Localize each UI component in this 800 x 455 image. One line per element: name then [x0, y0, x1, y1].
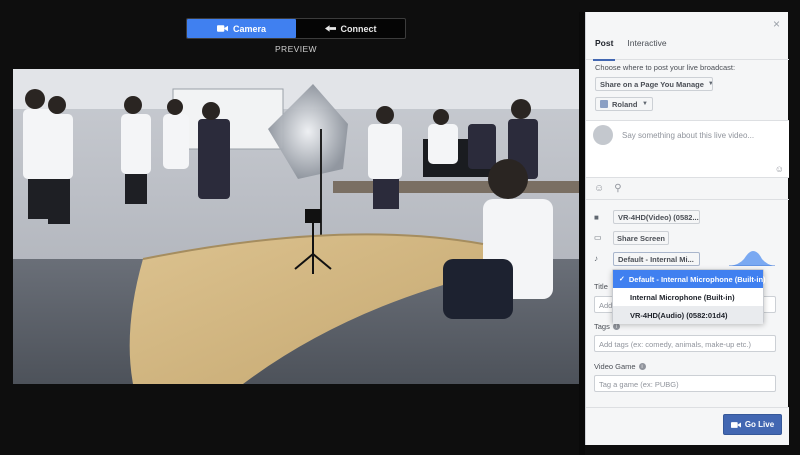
- chevron-down-icon: ▼: [642, 101, 648, 107]
- info-icon[interactable]: i: [612, 323, 620, 330]
- post-destination-dropdown[interactable]: Share on a Page You Manage ▼: [595, 77, 713, 91]
- live-producer-window: Camera Connect PREVIEW × Post Interactiv…: [0, 0, 800, 455]
- share-screen-button[interactable]: Share Screen: [613, 231, 669, 245]
- go-live-label: Go Live: [744, 420, 775, 429]
- chevron-down-icon: ▼: [708, 81, 712, 87]
- video-game-input[interactable]: Tag a game (ex: PUBG): [594, 375, 776, 392]
- close-icon[interactable]: ×: [773, 17, 780, 31]
- tags-label: Tags: [594, 322, 610, 331]
- video-source-dropdown[interactable]: VR-4HD(Video) (0582... ▼: [613, 210, 700, 224]
- info-icon[interactable]: i: [638, 363, 646, 370]
- audio-source-dropdown[interactable]: Default - Internal Mi... ▼: [613, 252, 700, 266]
- tab-post[interactable]: Post: [592, 34, 616, 61]
- video-camera-icon: ■: [594, 213, 599, 222]
- audio-level-meter: [729, 251, 775, 266]
- audio-option-internal[interactable]: Internal Microphone (Built-in): [613, 288, 763, 306]
- go-live-button[interactable]: Go Live: [723, 414, 782, 435]
- connect-mode-label: Connect: [340, 23, 377, 34]
- composer-placeholder: Say something about this live video...: [622, 131, 755, 140]
- location-pin-icon[interactable]: ⚲: [614, 183, 621, 194]
- source-mode-toggle: Camera Connect: [186, 18, 406, 39]
- camera-icon: [216, 25, 228, 32]
- video-game-label: Video Game: [594, 362, 636, 371]
- page-avatar: [600, 100, 608, 108]
- chevron-down-icon: ▼: [698, 256, 699, 262]
- audio-source-menu: ✓ Default - Internal Microphone (Built-i…: [612, 269, 766, 324]
- camera-mode-label: Camera: [232, 23, 267, 34]
- audio-option-default[interactable]: ✓ Default - Internal Microphone (Built-i…: [613, 270, 766, 288]
- avatar: [593, 125, 613, 145]
- audio-option-vr4hd[interactable]: VR-4HD(Audio) (0582:01d4): [613, 306, 763, 324]
- post-destination-label: Choose where to post your live broadcast…: [595, 63, 736, 72]
- panel-footer: Go Live: [586, 407, 789, 445]
- microphone-icon: ♪: [594, 254, 598, 263]
- connect-icon: [324, 25, 336, 32]
- audio-option-label: Internal Microphone (Built-in): [630, 292, 735, 302]
- video-camera-icon: [730, 421, 741, 428]
- feeling-icon[interactable]: ☺: [594, 183, 604, 194]
- preview-heading: PREVIEW: [274, 44, 317, 54]
- page-selector-dropdown[interactable]: Roland ▼: [595, 97, 653, 111]
- audio-option-label: Default - Internal Microphone (Built-in): [628, 274, 766, 284]
- post-destination-value: Share on a Page You Manage: [600, 79, 704, 89]
- camera-preview-video: [13, 69, 579, 384]
- post-composer[interactable]: Say something about this live video... ☺: [586, 120, 789, 178]
- title-label: Title: [594, 282, 608, 291]
- tab-interactive[interactable]: Interactive: [627, 34, 666, 60]
- classroom-scene-image: [13, 69, 579, 384]
- attachment-row: ☺ ⚲: [586, 178, 789, 200]
- panel-tabs: Post Interactive: [586, 34, 789, 61]
- audio-option-label: VR-4HD(Audio) (0582:01d4): [630, 310, 728, 320]
- monitor-icon: ▭: [594, 233, 602, 242]
- tags-input[interactable]: Add tags (ex: comedy, animals, make-up e…: [594, 335, 776, 352]
- post-settings-panel: × Post Interactive Choose where to post …: [585, 12, 789, 445]
- video-game-label-row: Video Game i: [594, 362, 646, 371]
- emoji-icon[interactable]: ☺: [775, 164, 784, 174]
- video-source-value: VR-4HD(Video) (0582...: [618, 212, 699, 222]
- page-selector-value: Roland: [612, 99, 638, 109]
- camera-mode-button[interactable]: Camera: [187, 19, 296, 38]
- audio-source-value: Default - Internal Mi...: [618, 254, 694, 264]
- checkmark-icon: ✓: [619, 276, 625, 283]
- connect-mode-button[interactable]: Connect: [296, 19, 405, 38]
